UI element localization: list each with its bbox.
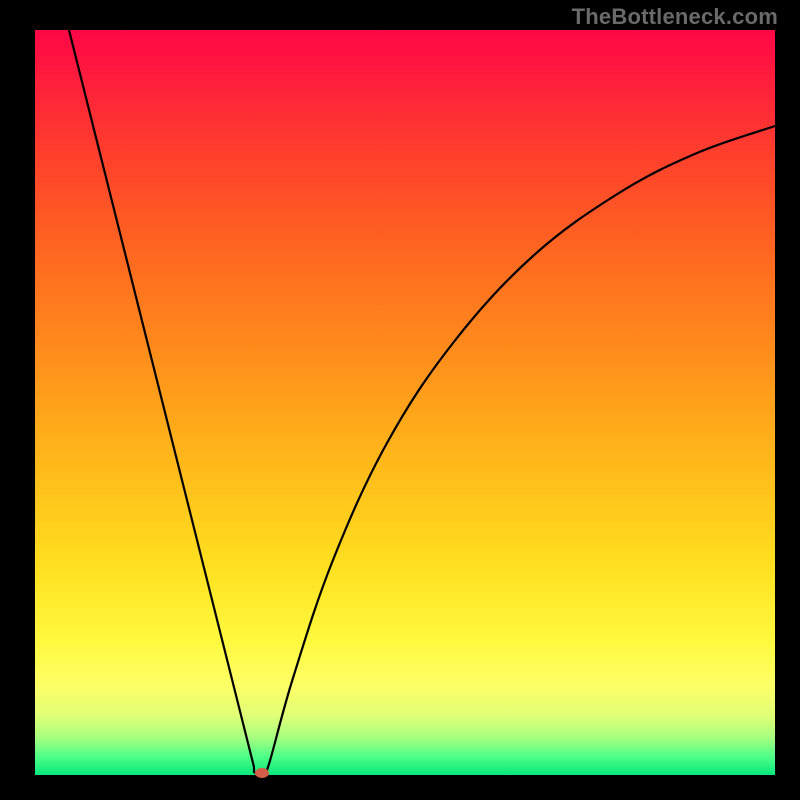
chart-frame: TheBottleneck.com <box>0 0 800 800</box>
plot-area <box>35 30 775 775</box>
minimum-marker-dot <box>255 768 269 778</box>
curve-svg <box>35 30 775 775</box>
curve-right-branch <box>263 126 775 775</box>
watermark-text: TheBottleneck.com <box>572 4 778 30</box>
curve-left-branch <box>69 30 257 774</box>
